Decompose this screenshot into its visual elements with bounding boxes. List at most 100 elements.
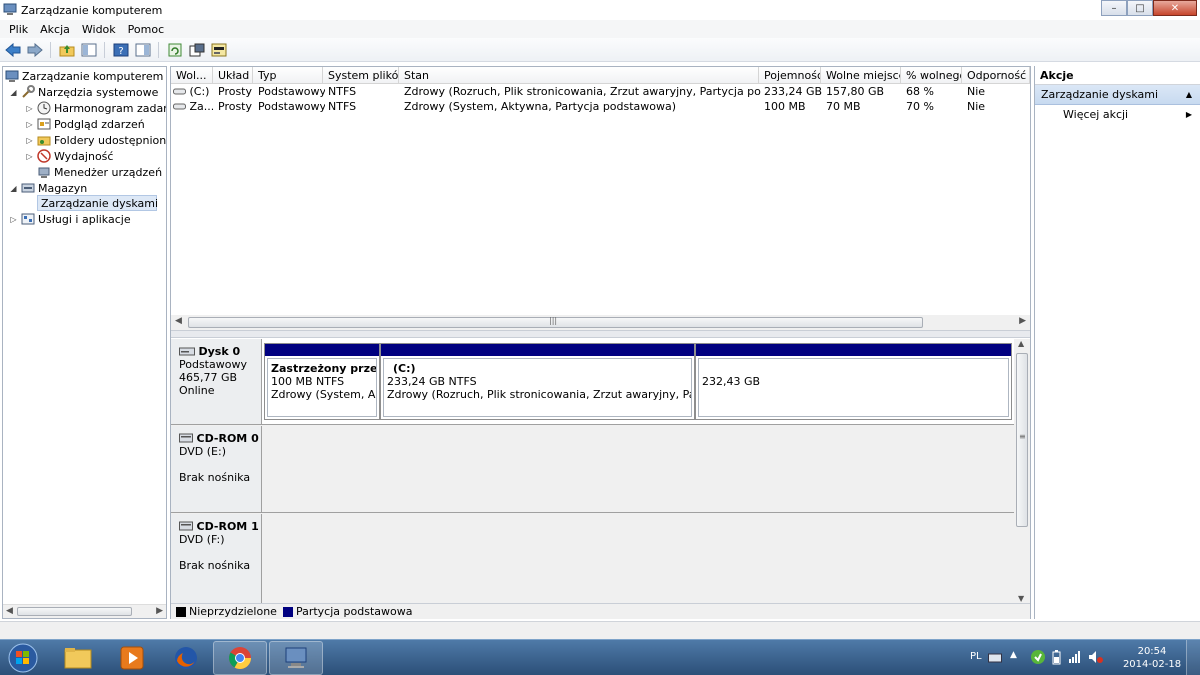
column-header-type[interactable]: Typ [253, 67, 323, 84]
forward-button[interactable] [25, 41, 44, 59]
collapsed-arrow-icon[interactable]: ▷ [25, 152, 34, 161]
clock[interactable]: 20:54 2014-02-18 [1122, 645, 1182, 671]
actions-section-disk-management[interactable]: Zarządzanie dyskami ▲ [1035, 85, 1200, 105]
collapsed-arrow-icon[interactable]: ▷ [25, 120, 34, 129]
legend-swatch-unallocated [176, 606, 186, 617]
tree-item-performance[interactable]: ▷ Wydajność [25, 148, 113, 164]
column-header-percent-free[interactable]: % wolnego [901, 67, 962, 84]
maximize-button[interactable]: □ [1127, 0, 1153, 16]
window-controls: – □ ✕ [1101, 0, 1197, 16]
legend-label-unallocated: Nieprzydzielone [189, 605, 277, 618]
table-row[interactable]: (C:) Prosty Podstawowy NTFS Zdrowy (Rozr… [171, 84, 1030, 99]
scrollbar-thumb[interactable]: ||| [188, 316, 923, 328]
disk-label[interactable]: CD-ROM 1 DVD (F:) Brak nośnika [171, 514, 262, 603]
network-icon[interactable] [1068, 650, 1082, 664]
tree-item-shared-folders[interactable]: ▷ Foldery udostępnione [25, 132, 166, 148]
help-button[interactable]: ? [111, 41, 130, 59]
start-button[interactable] [0, 641, 46, 675]
partition-details: 232,43 GB [698, 358, 1009, 417]
language-indicator[interactable]: PL [970, 651, 982, 662]
collapsed-arrow-icon[interactable]: ▷ [25, 104, 34, 113]
taskbar-media-player-button[interactable] [105, 641, 159, 675]
show-hide-action-pane-button[interactable] [133, 41, 152, 59]
table-row[interactable]: Za... Prosty Podstawowy NTFS Zdrowy (Sys… [171, 99, 1030, 114]
clock-time: 20:54 [1137, 646, 1167, 657]
tree-item-storage[interactable]: ◢ Magazyn [9, 180, 87, 196]
column-header-layout[interactable]: Układ [213, 67, 253, 84]
taskbar-computer-management-button[interactable] [269, 641, 323, 675]
partition-title: Zastrzeżony przez sys [271, 362, 377, 375]
folder-icon [64, 648, 92, 669]
disk-row-disk-0[interactable]: Dysk 0 Podstawowy 465,77 GB Online Zastr… [171, 339, 1014, 425]
collapse-arrow-icon[interactable]: ▲ [1186, 85, 1192, 105]
legend-swatch-primary [282, 606, 293, 617]
battery-icon[interactable] [1052, 650, 1061, 665]
tree-item-device-manager[interactable]: Menedżer urządzeń [37, 164, 162, 180]
column-header-capacity[interactable]: Pojemność [759, 67, 821, 84]
collapsed-arrow-icon[interactable]: ▷ [9, 215, 18, 224]
menu-file[interactable]: Plik [3, 23, 34, 36]
disk-row-cd-rom-1[interactable]: CD-ROM 1 DVD (F:) Brak nośnika [171, 514, 1014, 603]
volume-muted-icon[interactable] [1088, 650, 1104, 664]
more-actions-label: Więcej akcji [1063, 108, 1129, 121]
pane-splitter[interactable] [171, 330, 1030, 338]
menu-action[interactable]: Akcja [34, 23, 76, 36]
keyboard-icon[interactable] [988, 652, 1002, 664]
expanded-arrow-icon[interactable]: ◢ [9, 88, 18, 97]
tree-item-event-viewer[interactable]: ▷ Podgląd zdarzeń [25, 116, 144, 132]
volume-list-horizontal-scrollbar[interactable]: ◀ ||| ▶ [171, 315, 1030, 330]
scroll-right-icon[interactable]: ▶ [1019, 316, 1026, 326]
tree-item-task-scheduler[interactable]: ▷ Harmonogram zadań [25, 100, 166, 116]
scroll-left-icon[interactable]: ◀ [175, 316, 182, 326]
tree-item-system-tools[interactable]: ◢ Narzędzia systemowe [9, 84, 158, 100]
update-icon[interactable] [1030, 649, 1046, 665]
scroll-up-icon[interactable]: ▲ [1018, 339, 1024, 348]
column-header-free-space[interactable]: Wolne miejsce [821, 67, 901, 84]
scroll-right-icon[interactable]: ▶ [156, 606, 163, 616]
partition-c-drive[interactable]: (C:) 233,24 GB NTFS Zdrowy (Rozruch, Pli… [380, 343, 695, 420]
computer-management-icon [5, 70, 19, 82]
show-desktop-button[interactable] [1186, 640, 1200, 675]
tree-item-services-applications[interactable]: ▷ Usługi i aplikacje [9, 211, 130, 227]
menu-help[interactable]: Pomoc [122, 23, 170, 36]
disk-name: CD-ROM 1 [196, 520, 259, 533]
minimize-button[interactable]: – [1101, 0, 1127, 16]
disk-label[interactable]: Dysk 0 Podstawowy 465,77 GB Online [171, 339, 262, 424]
partition-unallocated-space[interactable]: 232,43 GB [695, 343, 1012, 420]
refresh-button[interactable] [165, 41, 184, 59]
tree-horizontal-scrollbar[interactable]: ◀ ▶ [3, 604, 166, 618]
collapsed-arrow-icon[interactable]: ▷ [25, 136, 34, 145]
scroll-left-icon[interactable]: ◀ [6, 606, 13, 616]
disk-row-cd-rom-0[interactable]: CD-ROM 0 DVD (E:) Brak nośnika [171, 426, 1014, 513]
column-header-volume[interactable]: Wol... [171, 67, 213, 84]
tree-item-disk-management[interactable]: Zarządzanie dyskami [37, 195, 158, 211]
scroll-down-icon[interactable]: ▼ [1018, 594, 1024, 603]
tree-item-computer-management[interactable]: Zarządzanie komputerem (loka [5, 68, 166, 84]
cd-drive-icon [179, 521, 193, 531]
scrollbar-thumb[interactable] [17, 607, 132, 616]
up-level-button[interactable] [57, 41, 76, 59]
column-header-fault-tolerance[interactable]: Odporność na [962, 67, 1030, 84]
taskbar-chrome-button[interactable] [213, 641, 267, 675]
taskbar-explorer-button[interactable] [51, 641, 105, 675]
section-label: Zarządzanie dyskami [1041, 88, 1159, 101]
show-hide-tree-button[interactable] [79, 41, 98, 59]
properties-button[interactable] [187, 41, 206, 59]
more-actions-item[interactable]: Więcej akcji ▶ [1035, 105, 1200, 125]
disk-label[interactable]: CD-ROM 0 DVD (E:) Brak nośnika [171, 426, 262, 512]
column-header-status[interactable]: Stan [399, 67, 759, 84]
disk-settings-icon [211, 43, 226, 56]
column-header-filesystem[interactable]: System plików [323, 67, 399, 84]
partition-system-reserved[interactable]: Zastrzeżony przez sys 100 MB NTFS Zdrowy… [264, 343, 380, 420]
menu-view[interactable]: Widok [76, 23, 122, 36]
show-hidden-icons-icon[interactable]: ▲ [1010, 650, 1017, 660]
scrollbar-thumb[interactable]: ≡ [1016, 353, 1028, 527]
disk-view-vertical-scrollbar[interactable]: ▲ ≡ ▼ [1015, 339, 1030, 603]
close-button[interactable]: ✕ [1153, 0, 1197, 16]
disk-settings-button[interactable] [209, 41, 228, 59]
taskbar-firefox-button[interactable] [159, 641, 213, 675]
firefox-icon [175, 647, 197, 669]
back-button[interactable] [3, 41, 22, 59]
free-space-cell: 157,80 GB [826, 85, 885, 98]
expanded-arrow-icon[interactable]: ◢ [9, 184, 18, 193]
